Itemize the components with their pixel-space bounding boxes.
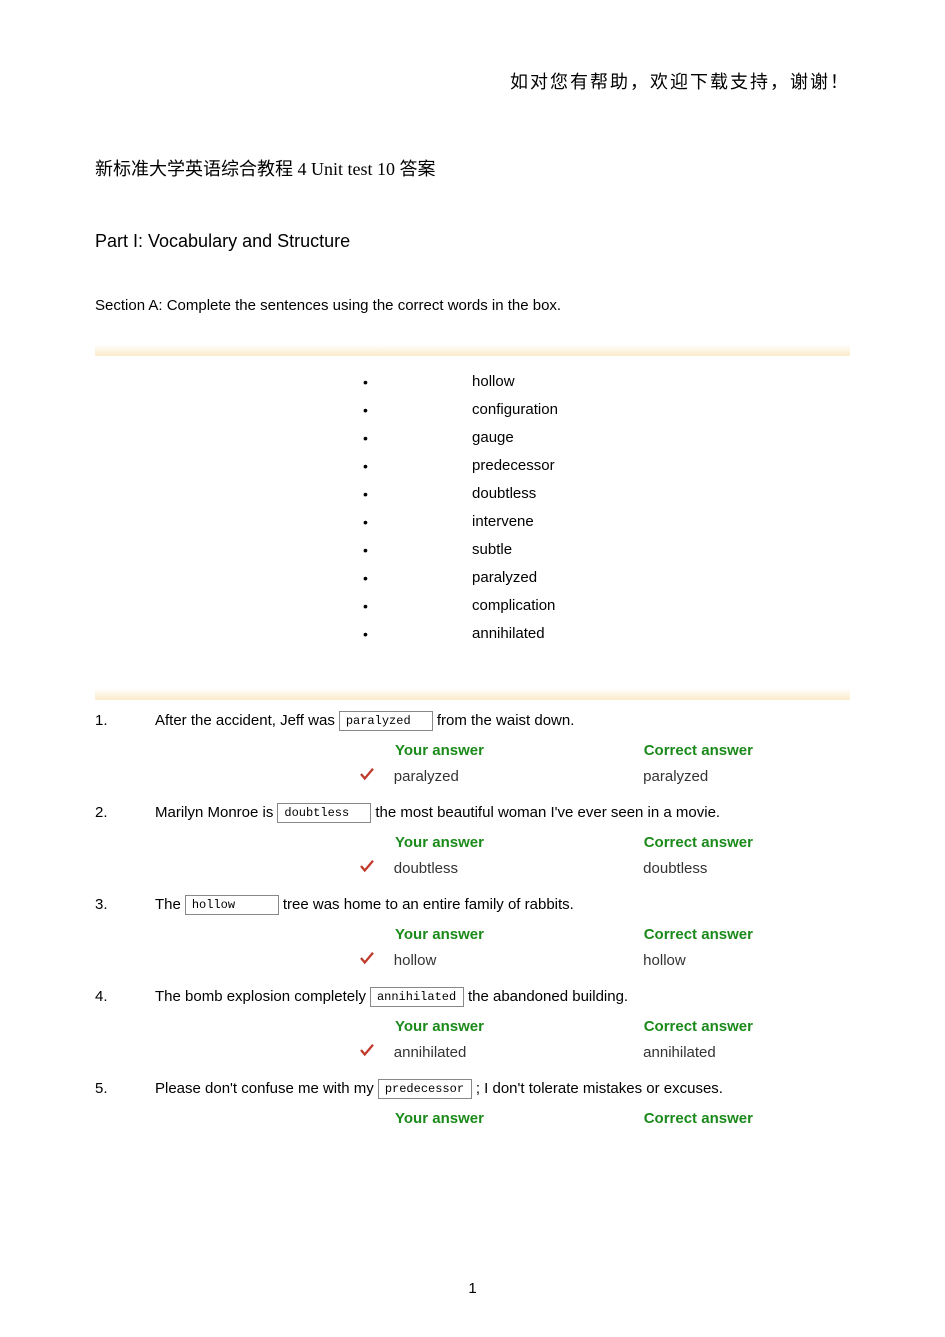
word-box-item: • complication xyxy=(95,592,850,620)
bullet-icon: • xyxy=(363,508,368,536)
correct-answer-value: hollow xyxy=(643,952,835,969)
word-text: complication xyxy=(472,592,582,620)
checkmark-icon xyxy=(353,1041,382,1064)
your-answer-value: paralyzed xyxy=(394,768,643,785)
answer-table: Your answer Correct answer paralyzed par… xyxy=(235,742,835,788)
sentence-pre: The bomb explosion completely xyxy=(155,984,366,1010)
word-box-item: • hollow xyxy=(95,368,850,396)
word-text: subtle xyxy=(472,536,582,564)
answer-table: Your answer Correct answer annihilated a… xyxy=(235,1018,835,1064)
checkmark-icon xyxy=(353,949,382,972)
part-title: Part I: Vocabulary and Structure xyxy=(95,231,850,252)
question-row: 3. The hollow tree was home to an entire… xyxy=(95,892,850,972)
question-row: 2. Marilyn Monroe is doubtless the most … xyxy=(95,800,850,880)
your-answer-value: hollow xyxy=(394,952,643,969)
your-answer-header: Your answer xyxy=(395,1018,644,1035)
question-sentence: The hollow tree was home to an entire fa… xyxy=(155,892,850,918)
your-answer-header: Your answer xyxy=(395,742,644,759)
question-sentence: After the accident, Jeff was paralyzed f… xyxy=(155,708,850,734)
correct-answer-header: Correct answer xyxy=(644,742,835,759)
bullet-icon: • xyxy=(363,368,368,396)
bullet-icon: • xyxy=(363,480,368,508)
sentence-pre: After the accident, Jeff was xyxy=(155,708,335,734)
word-box-item: • predecessor xyxy=(95,452,850,480)
divider-bar-bottom xyxy=(95,688,850,700)
bullet-icon: • xyxy=(363,396,368,424)
answer-input[interactable]: doubtless xyxy=(277,803,371,823)
divider-bar-top xyxy=(95,344,850,356)
your-answer-header: Your answer xyxy=(395,834,644,851)
question-number: 2. xyxy=(95,804,108,821)
question-sentence: The bomb explosion completely annihilate… xyxy=(155,984,850,1010)
question-number: 3. xyxy=(95,896,108,913)
answer-input[interactable]: paralyzed xyxy=(339,711,433,731)
word-text: annihilated xyxy=(472,620,582,648)
word-box-item: • subtle xyxy=(95,536,850,564)
word-box: • hollow • configuration • gauge • prede… xyxy=(95,356,850,658)
word-box-item: • annihilated xyxy=(95,620,850,648)
answer-input[interactable]: annihilated xyxy=(370,987,464,1007)
document-page: 如对您有帮助，欢迎下载支持，谢谢！ 新标准大学英语综合教程 4 Unit tes… xyxy=(0,0,945,1337)
question-number: 4. xyxy=(95,988,108,1005)
checkmark-icon xyxy=(353,765,382,788)
answer-input[interactable]: hollow xyxy=(185,895,279,915)
questions-block: 1. After the accident, Jeff was paralyze… xyxy=(95,708,850,1127)
your-answer-value: annihilated xyxy=(394,1044,643,1061)
question-row: 1. After the accident, Jeff was paralyze… xyxy=(95,708,850,788)
sentence-post: tree was home to an entire family of rab… xyxy=(283,892,574,918)
word-text: intervene xyxy=(472,508,582,536)
question-sentence: Please don't confuse me with my predeces… xyxy=(155,1076,850,1102)
correct-answer-value: annihilated xyxy=(643,1044,835,1061)
question-row: 5. Please don't confuse me with my prede… xyxy=(95,1076,850,1127)
answer-table: Your answer Correct answer xyxy=(235,1110,835,1127)
question-row: 4. The bomb explosion completely annihil… xyxy=(95,984,850,1064)
word-box-item: • intervene xyxy=(95,508,850,536)
correct-answer-header: Correct answer xyxy=(644,1110,835,1127)
your-answer-header: Your answer xyxy=(395,1110,644,1127)
bullet-icon: • xyxy=(363,592,368,620)
word-text: hollow xyxy=(472,368,582,396)
word-text: predecessor xyxy=(472,452,582,480)
question-sentence: Marilyn Monroe is doubtless the most bea… xyxy=(155,800,850,826)
document-title: 新标准大学英语综合教程 4 Unit test 10 答案 xyxy=(95,155,850,181)
section-a-instruction: Section A: Complete the sentences using … xyxy=(95,297,850,314)
bullet-icon: • xyxy=(363,424,368,452)
correct-answer-header: Correct answer xyxy=(644,834,835,851)
correct-answer-header: Correct answer xyxy=(644,926,835,943)
your-answer-header: Your answer xyxy=(395,926,644,943)
checkmark-icon xyxy=(353,857,382,880)
answer-table: Your answer Correct answer hollow hollow xyxy=(235,926,835,972)
word-text: doubtless xyxy=(472,480,582,508)
sentence-post: from the waist down. xyxy=(437,708,575,734)
word-text: configuration xyxy=(472,396,582,424)
page-number: 1 xyxy=(0,1280,945,1297)
word-box-item: • doubtless xyxy=(95,480,850,508)
sentence-post: ; I don't tolerate mistakes or excuses. xyxy=(476,1076,723,1102)
answer-table: Your answer Correct answer doubtless dou… xyxy=(235,834,835,880)
word-box-item: • configuration xyxy=(95,396,850,424)
answer-input[interactable]: predecessor xyxy=(378,1079,472,1099)
sentence-post: the most beautiful woman I've ever seen … xyxy=(375,800,720,826)
sentence-pre: Marilyn Monroe is xyxy=(155,800,273,826)
question-number: 5. xyxy=(95,1080,108,1097)
bullet-icon: • xyxy=(363,452,368,480)
your-answer-value: doubtless xyxy=(394,860,643,877)
sentence-pre: The xyxy=(155,892,181,918)
correct-answer-value: paralyzed xyxy=(643,768,835,785)
word-box-item: • paralyzed xyxy=(95,564,850,592)
sentence-pre: Please don't confuse me with my xyxy=(155,1076,374,1102)
correct-answer-header: Correct answer xyxy=(644,1018,835,1035)
word-box-item: • gauge xyxy=(95,424,850,452)
header-help-text: 如对您有帮助，欢迎下载支持，谢谢！ xyxy=(510,68,850,94)
question-number: 1. xyxy=(95,712,108,729)
correct-answer-value: doubtless xyxy=(643,860,835,877)
bullet-icon: • xyxy=(363,564,368,592)
sentence-post: the abandoned building. xyxy=(468,984,628,1010)
bullet-icon: • xyxy=(363,620,368,648)
word-text: gauge xyxy=(472,424,582,452)
bullet-icon: • xyxy=(363,536,368,564)
word-text: paralyzed xyxy=(472,564,582,592)
